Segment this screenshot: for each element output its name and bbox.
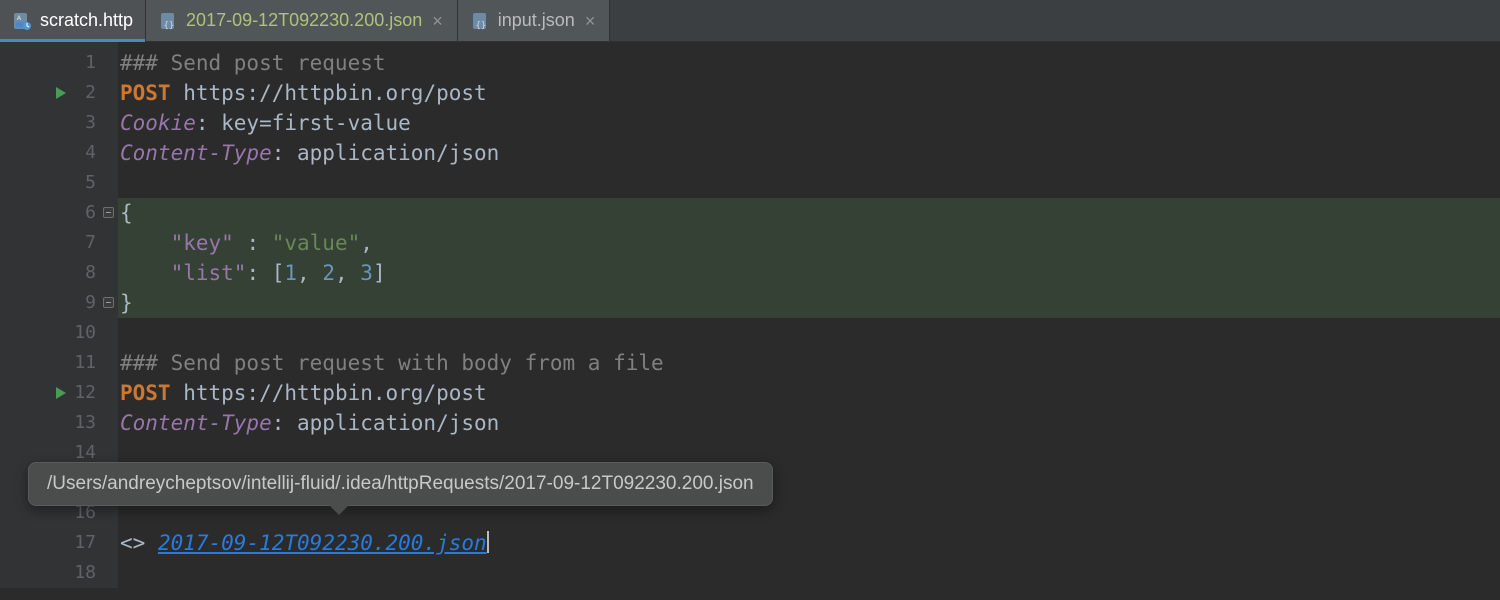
gutter-row[interactable]: 8 <box>0 258 118 288</box>
json-string: "value" <box>272 231 361 255</box>
comment-text: ### Send post request with body from a f… <box>120 351 664 375</box>
response-marker: <> <box>120 531 158 555</box>
tab-label: input.json <box>498 10 575 31</box>
gutter-row[interactable]: 12 <box>0 378 118 408</box>
header-value: : application/json <box>272 411 500 435</box>
svg-text:A: A <box>17 16 21 22</box>
gutter-row[interactable]: 7 <box>0 228 118 258</box>
gutter-row[interactable]: 3 <box>0 108 118 138</box>
header-value: : key=first-value <box>196 111 411 135</box>
tab-label: 2017-09-12T092230.200.json <box>186 10 422 31</box>
gutter-row[interactable]: 4 <box>0 138 118 168</box>
run-gutter-icon[interactable] <box>56 387 66 399</box>
tab-scratch-http[interactable]: A scratch.http <box>0 0 146 41</box>
gutter-row[interactable]: 5 <box>0 168 118 198</box>
response-file-link[interactable]: 2017-09-12T092230.200.json <box>158 531 487 555</box>
gutter-row[interactable]: 17 <box>0 528 118 558</box>
close-icon[interactable]: × <box>583 12 598 30</box>
close-icon[interactable]: × <box>430 12 445 30</box>
gutter-row[interactable]: 10 <box>0 318 118 348</box>
text-caret <box>487 531 489 553</box>
gutter-row[interactable]: 9 <box>0 288 118 318</box>
request-url: https://httpbin.org/post <box>171 81 487 105</box>
json-number: 3 <box>360 261 373 285</box>
json-brace: } <box>120 291 133 315</box>
json-key: "key" <box>171 231 234 255</box>
path-tooltip: /Users/andreycheptsov/intellij-fluid/.id… <box>28 462 773 506</box>
header-value: : application/json <box>272 141 500 165</box>
json-brace: { <box>120 201 133 225</box>
gutter-row[interactable]: 1 <box>0 48 118 78</box>
header-name: Content-Type <box>120 411 272 435</box>
gutter-row[interactable]: 2 <box>0 78 118 108</box>
svg-text:{}: {} <box>164 21 175 31</box>
fold-toggle-icon[interactable] <box>103 207 114 218</box>
code-area[interactable]: ### Send post request POST https://httpb… <box>118 42 1500 588</box>
tab-bar: A scratch.http {} 2017-09-12T092230.200.… <box>0 0 1500 42</box>
request-url: https://httpbin.org/post <box>171 381 487 405</box>
fold-toggle-icon[interactable] <box>103 297 114 308</box>
header-name: Content-Type <box>120 141 272 165</box>
gutter-row[interactable]: 13 <box>0 408 118 438</box>
gutter-row[interactable]: 11 <box>0 348 118 378</box>
gutter-row[interactable]: 18 <box>0 558 118 588</box>
editor: 1 2 3 4 5 6 7 8 9 10 11 12 13 14 15 16 1… <box>0 42 1500 588</box>
gutter-row[interactable]: 6 <box>0 198 118 228</box>
json-number: 2 <box>322 261 335 285</box>
tab-json-response[interactable]: {} 2017-09-12T092230.200.json × <box>146 0 458 41</box>
svg-text:{}: {} <box>475 21 486 31</box>
run-gutter-icon[interactable] <box>56 87 66 99</box>
comment-text: ### Send post request <box>120 51 386 75</box>
http-file-icon: A <box>12 11 32 31</box>
json-file-icon: {} <box>470 11 490 31</box>
json-number: 1 <box>284 261 297 285</box>
json-key: "list" <box>171 261 247 285</box>
tooltip-text: /Users/andreycheptsov/intellij-fluid/.id… <box>47 473 754 494</box>
json-file-icon: {} <box>158 11 178 31</box>
http-method: POST <box>120 81 171 105</box>
tab-input-json[interactable]: {} input.json × <box>458 0 611 41</box>
tab-label: scratch.http <box>40 10 133 31</box>
http-method: POST <box>120 381 171 405</box>
gutter: 1 2 3 4 5 6 7 8 9 10 11 12 13 14 15 16 1… <box>0 42 118 588</box>
selection-highlight <box>118 198 1500 318</box>
header-name: Cookie <box>120 111 196 135</box>
